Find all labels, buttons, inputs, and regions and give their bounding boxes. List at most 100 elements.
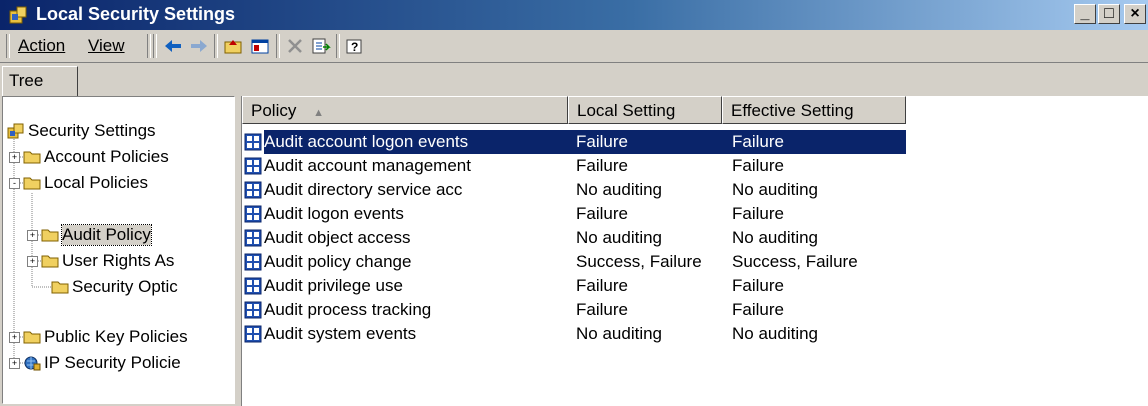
tree-item-public-key-policies[interactable]: + Public Key Policies: [9, 324, 188, 350]
folder-icon: [23, 177, 41, 190]
audit-policy-icon: [244, 301, 262, 319]
maximize-button[interactable]: □: [1098, 4, 1120, 24]
tree-item-security-options[interactable]: Security Optic: [51, 274, 178, 300]
effective-setting-cell: No auditing: [732, 324, 819, 343]
tree-item-account-policies[interactable]: + Account Policies: [9, 144, 169, 170]
audit-policy-icon: [244, 181, 262, 199]
toolbar-separator: [276, 34, 280, 58]
window-title: Local Security Settings: [36, 4, 236, 24]
toolbar: Action View ?: [0, 30, 1148, 63]
local-setting-cell: Failure: [576, 204, 628, 223]
sort-ascending-icon: ▲: [313, 107, 324, 119]
column-header-label: Policy: [251, 101, 297, 120]
forward-arrow-icon[interactable]: [187, 34, 211, 58]
folder-icon: [41, 229, 59, 242]
effective-setting-cell: Failure: [732, 204, 784, 223]
effective-setting-cell: Failure: [732, 276, 784, 295]
tree-item-audit-policy[interactable]: + Audit Policy: [27, 222, 152, 248]
toolbar-grip[interactable]: [153, 34, 157, 58]
up-folder-icon[interactable]: [221, 34, 245, 58]
tree-item-label: Public Key Policies: [44, 327, 188, 346]
tree-item-label: Local Policies: [44, 173, 148, 192]
effective-setting-cell: No auditing: [732, 228, 819, 247]
tree-item-label: User Rights As: [62, 251, 175, 270]
help-icon[interactable]: ?: [343, 34, 367, 58]
local-setting-cell: No auditing: [576, 180, 663, 199]
local-setting-cell: No auditing: [576, 228, 663, 247]
folder-icon: [41, 255, 59, 268]
table-row[interactable]: Audit directory service acc No auditing No…: [242, 178, 1148, 202]
table-row[interactable]: Audit system events No auditing No auditin…: [242, 322, 1148, 346]
tree-pane[interactable]: Security Settings + Account Policies - L…: [2, 96, 235, 404]
collapse-icon[interactable]: -: [9, 177, 20, 189]
local-setting-cell: Failure: [576, 276, 628, 295]
security-settings-icon: [9, 6, 27, 24]
table-row[interactable]: Audit process tracking Failure Failure: [242, 298, 1148, 322]
show-hide-tree-icon[interactable]: [248, 34, 272, 58]
audit-policy-icon: [244, 325, 262, 343]
toolbar-separator: [214, 34, 218, 58]
column-header-label: Effective Setting: [731, 101, 854, 120]
policy-list[interactable]: Policy ▲ Local Setting Effective Setting…: [241, 96, 1148, 406]
policy-cell: Audit logon events: [264, 204, 404, 223]
expand-icon[interactable]: +: [9, 357, 20, 369]
local-setting-cell: No auditing: [576, 324, 663, 343]
effective-setting-cell: Success, Failure: [732, 252, 858, 271]
toolbar-separator: [147, 34, 151, 58]
expand-icon[interactable]: +: [9, 151, 20, 163]
expand-icon[interactable]: +: [9, 331, 20, 343]
effective-setting-cell: Failure: [732, 300, 784, 319]
policy-cell: Audit system events: [264, 324, 417, 343]
table-row[interactable]: Audit account logon events Failure Failure: [242, 129, 1148, 155]
policy-cell: Audit process tracking: [264, 300, 432, 319]
delete-icon[interactable]: [283, 34, 307, 58]
audit-policy-icon: [244, 229, 262, 247]
audit-policy-icon: [244, 205, 262, 223]
menu-view[interactable]: View: [88, 36, 125, 56]
column-header-effective-setting[interactable]: Effective Setting: [722, 96, 906, 124]
back-arrow-icon[interactable]: [161, 34, 185, 58]
toolbar-grip[interactable]: [6, 34, 10, 58]
folder-icon: [23, 331, 41, 344]
table-row[interactable]: Audit account management Failure Failure: [242, 154, 1148, 178]
column-header-local-setting[interactable]: Local Setting: [568, 96, 722, 124]
tree-item-label: IP Security Policie: [44, 353, 181, 372]
table-row[interactable]: Audit policy change Success, Failure Succe…: [242, 250, 1148, 274]
title-bar[interactable]: Local Security Settings _ □ ×: [0, 0, 1148, 30]
audit-policy-icon: [244, 277, 262, 295]
folder-icon: [51, 281, 69, 294]
policy-cell: Audit directory service acc: [264, 180, 463, 199]
column-header-policy[interactable]: Policy ▲: [242, 96, 568, 124]
audit-policy-icon: [244, 133, 262, 151]
tree-item-local-policies[interactable]: - Local Policies: [9, 170, 148, 196]
tree-item-ip-security-policies[interactable]: + IP Security Policie: [9, 350, 181, 376]
menu-action-label: Action: [18, 36, 66, 55]
minimize-button[interactable]: _: [1074, 4, 1096, 24]
tree-tab[interactable]: Tree: [2, 66, 78, 98]
menu-view-label: View: [88, 36, 125, 55]
table-row[interactable]: Audit object access No auditing No auditin…: [242, 226, 1148, 250]
tree-item-security-settings[interactable]: Security Settings: [7, 118, 156, 144]
close-button[interactable]: ×: [1124, 4, 1146, 24]
policy-cell: Audit account logon events: [264, 132, 469, 151]
tree-item-label: Audit Policy: [61, 224, 152, 246]
security-settings-icon: [7, 123, 24, 139]
audit-policy-icon: [244, 253, 262, 271]
column-header-label: Local Setting: [577, 101, 676, 120]
tree-item-label: Security Settings: [28, 121, 156, 140]
toolbar-separator: [336, 34, 340, 58]
table-row[interactable]: Audit privilege use Failure Failure: [242, 274, 1148, 298]
table-row[interactable]: Audit logon events Failure Failure: [242, 202, 1148, 226]
local-setting-cell: Failure: [576, 156, 628, 175]
svg-text:?: ?: [351, 40, 358, 54]
tree-item-user-rights[interactable]: + User Rights As: [27, 248, 174, 274]
effective-setting-cell: Failure: [732, 132, 784, 151]
policy-cell: Audit policy change: [264, 252, 412, 271]
policy-cell: Audit privilege use: [264, 276, 403, 295]
ip-security-icon: [24, 356, 41, 371]
menu-action[interactable]: Action: [18, 36, 65, 56]
expand-icon[interactable]: +: [27, 255, 38, 267]
expand-icon[interactable]: +: [27, 229, 38, 241]
policy-cell: Audit account management: [264, 156, 471, 175]
export-list-icon[interactable]: [309, 34, 333, 58]
